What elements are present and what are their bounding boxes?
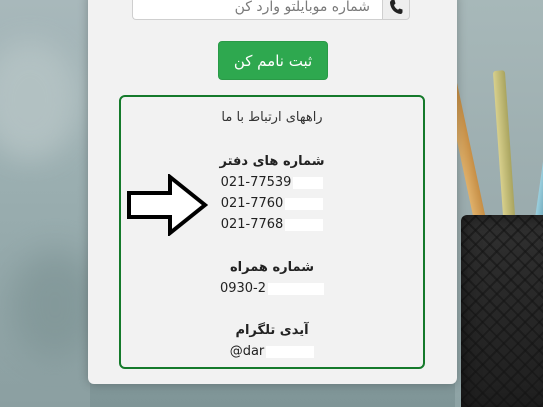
contact-title: راههای ارتباط با ما [221, 110, 323, 125]
redaction [268, 282, 325, 295]
pencil-cup-image [461, 215, 543, 407]
background-blur [10, 250, 100, 360]
redaction [266, 345, 315, 358]
register-button[interactable]: ثبت نامم کن [218, 41, 328, 80]
redaction [285, 197, 324, 210]
right-arrow-icon [127, 174, 208, 236]
redaction [293, 176, 324, 189]
office-numbers-heading: شماره های دفتر [219, 154, 325, 169]
mobile-heading: شماره همراه [229, 260, 314, 275]
telegram-id: @dar [121, 344, 423, 359]
phone-number-input[interactable] [132, 0, 382, 20]
telegram-heading: آیدی تلگرام [235, 323, 309, 338]
phone-icon [382, 0, 410, 20]
background-right-pencils [455, 0, 543, 407]
mobile-number: 0930-2 [121, 281, 423, 296]
background-left [0, 0, 100, 407]
background-blur [0, 40, 80, 160]
phone-input-group [132, 0, 411, 22]
redaction [285, 218, 324, 231]
